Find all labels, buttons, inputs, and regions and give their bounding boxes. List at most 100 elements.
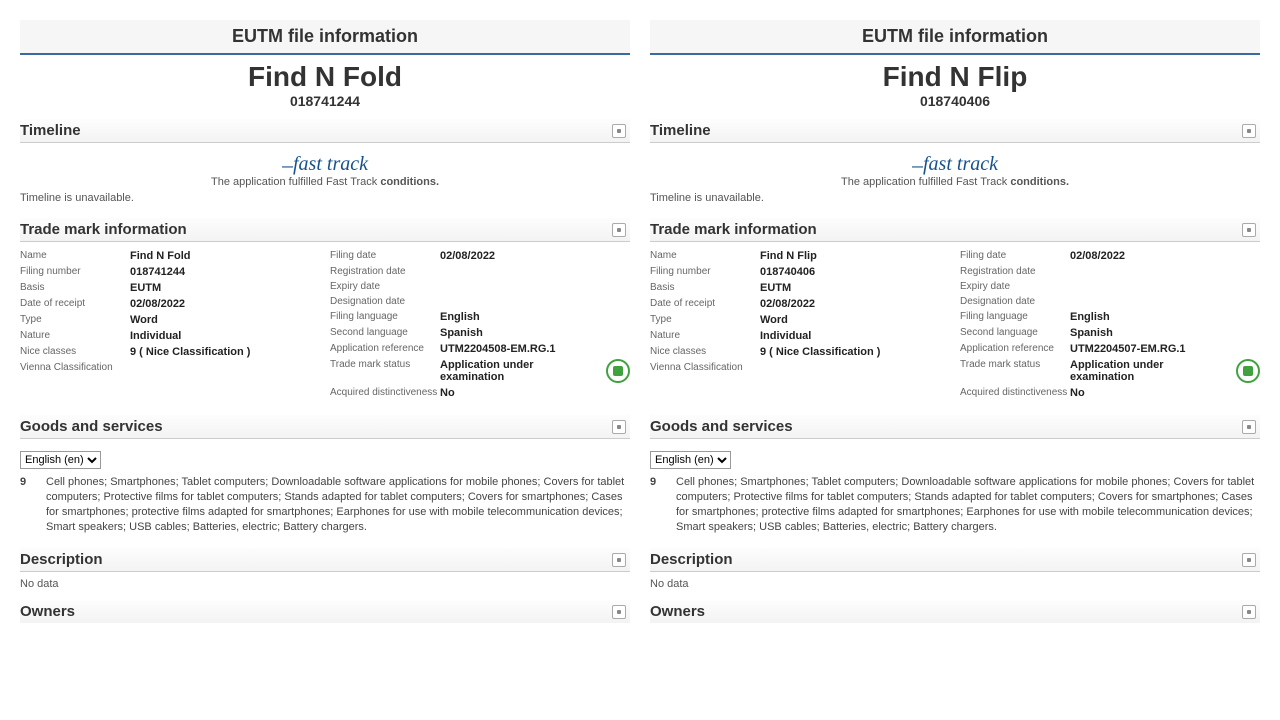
section-header-timeline[interactable]: Timeline bbox=[650, 119, 1260, 143]
section-title: Goods and services bbox=[20, 418, 163, 435]
k-flang: Filing language bbox=[330, 311, 440, 322]
filing-number: 018740406 bbox=[650, 93, 1260, 109]
v-nature: Individual bbox=[130, 330, 320, 342]
v-type: Word bbox=[760, 314, 950, 326]
timeline-unavailable: Timeline is unavailable. bbox=[20, 192, 630, 204]
language-select[interactable]: English (en) bbox=[650, 451, 731, 469]
info-col-right: Filing date02/08/2022 Registration date … bbox=[330, 248, 630, 401]
status-badge-icon bbox=[1236, 359, 1260, 383]
ft-pretext: The application fulfilled Fast Track bbox=[211, 176, 380, 188]
info-col-left: NameFind N Fold Filing number018741244 B… bbox=[20, 248, 320, 401]
panel-left: EUTM file information Find N Fold 018741… bbox=[20, 20, 630, 623]
section-title: Goods and services bbox=[650, 418, 793, 435]
collapse-icon[interactable] bbox=[1242, 553, 1256, 567]
k-type: Type bbox=[20, 314, 130, 325]
k-des: Designation date bbox=[330, 296, 440, 307]
k-appref: Application reference bbox=[960, 343, 1070, 354]
section-description: Description No data bbox=[20, 548, 630, 596]
v-nature: Individual bbox=[760, 330, 950, 342]
k-type: Type bbox=[650, 314, 760, 325]
v-appref: UTM2204507-EM.RG.1 bbox=[1070, 343, 1260, 355]
k-slang: Second language bbox=[960, 327, 1070, 338]
k-status: Trade mark status bbox=[960, 359, 1070, 370]
section-title: Timeline bbox=[650, 122, 711, 139]
section-goods-services: Goods and services English (en) 9 Cell p… bbox=[20, 415, 630, 540]
k-name: Name bbox=[20, 250, 130, 261]
section-header-gs[interactable]: Goods and services bbox=[20, 415, 630, 439]
section-header-desc[interactable]: Description bbox=[20, 548, 630, 572]
section-header-gs[interactable]: Goods and services bbox=[650, 415, 1260, 439]
collapse-icon[interactable] bbox=[612, 124, 626, 138]
v-name: Find N Flip bbox=[760, 250, 950, 262]
k-nice: Nice classes bbox=[20, 346, 130, 357]
k-nice: Nice classes bbox=[650, 346, 760, 357]
v-filing: 018741244 bbox=[130, 266, 320, 278]
section-title: Trade mark information bbox=[20, 221, 187, 238]
section-header-desc[interactable]: Description bbox=[650, 548, 1260, 572]
v-acq: No bbox=[1070, 387, 1260, 399]
k-dor: Date of receipt bbox=[20, 298, 130, 309]
k-exp: Expiry date bbox=[960, 281, 1070, 292]
v-type: Word bbox=[130, 314, 320, 326]
v-basis: EUTM bbox=[130, 282, 320, 294]
section-timeline: Timeline —fast track The application ful… bbox=[20, 119, 630, 210]
section-title: Owners bbox=[650, 603, 705, 620]
section-header-owners[interactable]: Owners bbox=[650, 600, 1260, 623]
v-name: Find N Fold bbox=[130, 250, 320, 262]
section-header-owners[interactable]: Owners bbox=[20, 600, 630, 623]
section-header-timeline[interactable]: Timeline bbox=[20, 119, 630, 143]
section-owners: Owners bbox=[20, 600, 630, 623]
info-grid: NameFind N Fold Filing number018741244 B… bbox=[20, 248, 630, 401]
k-filing: Filing number bbox=[650, 266, 760, 277]
no-data: No data bbox=[650, 578, 1260, 590]
collapse-icon[interactable] bbox=[1242, 420, 1256, 434]
gs-class-number: 9 bbox=[20, 475, 34, 534]
fast-track: —fast track The application fulfilled Fa… bbox=[20, 153, 630, 188]
k-vienna: Vienna Classification bbox=[650, 362, 760, 373]
collapse-icon[interactable] bbox=[612, 553, 626, 567]
section-title: Owners bbox=[20, 603, 75, 620]
filing-number: 018741244 bbox=[20, 93, 630, 109]
section-timeline: Timeline —fast track The application ful… bbox=[650, 119, 1260, 210]
section-goods-services: Goods and services English (en) 9 Cell p… bbox=[650, 415, 1260, 540]
section-header-tmi[interactable]: Trade mark information bbox=[20, 218, 630, 242]
v-dor: 02/08/2022 bbox=[760, 298, 950, 310]
v-status: Application under examination bbox=[1070, 359, 1230, 383]
collapse-icon[interactable] bbox=[612, 223, 626, 237]
section-title: Timeline bbox=[20, 122, 81, 139]
k-status: Trade mark status bbox=[330, 359, 440, 370]
file-header-title: EUTM file information bbox=[24, 26, 626, 47]
collapse-icon[interactable] bbox=[1242, 223, 1256, 237]
v-basis: EUTM bbox=[760, 282, 950, 294]
v-dor: 02/08/2022 bbox=[130, 298, 320, 310]
v-flang: English bbox=[440, 311, 630, 323]
v-slang: Spanish bbox=[440, 327, 630, 339]
gs-class-block: 9 Cell phones; Smartphones; Tablet compu… bbox=[20, 475, 630, 534]
gs-class-text: Cell phones; Smartphones; Tablet compute… bbox=[676, 475, 1260, 534]
collapse-icon[interactable] bbox=[1242, 124, 1256, 138]
section-description: Description No data bbox=[650, 548, 1260, 596]
ft-cond: conditions. bbox=[380, 176, 439, 188]
collapse-icon[interactable] bbox=[612, 605, 626, 619]
language-select[interactable]: English (en) bbox=[20, 451, 101, 469]
k-nature: Nature bbox=[650, 330, 760, 341]
fasttrack-logo: fast track bbox=[923, 153, 998, 175]
section-trademark-info: Trade mark information NameFind N Fold F… bbox=[20, 218, 630, 407]
info-col-right: Filing date02/08/2022 Registration date … bbox=[960, 248, 1260, 401]
trademark-name: Find N Flip bbox=[650, 61, 1260, 93]
k-fd: Filing date bbox=[960, 250, 1070, 261]
fasttrack-logo: fast track bbox=[293, 153, 368, 175]
v-fd: 02/08/2022 bbox=[1070, 250, 1260, 262]
info-col-left: NameFind N Flip Filing number018740406 B… bbox=[650, 248, 950, 401]
k-slang: Second language bbox=[330, 327, 440, 338]
fast-track: —fast track The application fulfilled Fa… bbox=[650, 153, 1260, 188]
collapse-icon[interactable] bbox=[612, 420, 626, 434]
collapse-icon[interactable] bbox=[1242, 605, 1256, 619]
file-header: EUTM file information bbox=[650, 20, 1260, 55]
gs-class-number: 9 bbox=[650, 475, 664, 534]
k-vienna: Vienna Classification bbox=[20, 362, 130, 373]
file-header: EUTM file information bbox=[20, 20, 630, 55]
v-filing: 018740406 bbox=[760, 266, 950, 278]
section-header-tmi[interactable]: Trade mark information bbox=[650, 218, 1260, 242]
k-des: Designation date bbox=[960, 296, 1070, 307]
